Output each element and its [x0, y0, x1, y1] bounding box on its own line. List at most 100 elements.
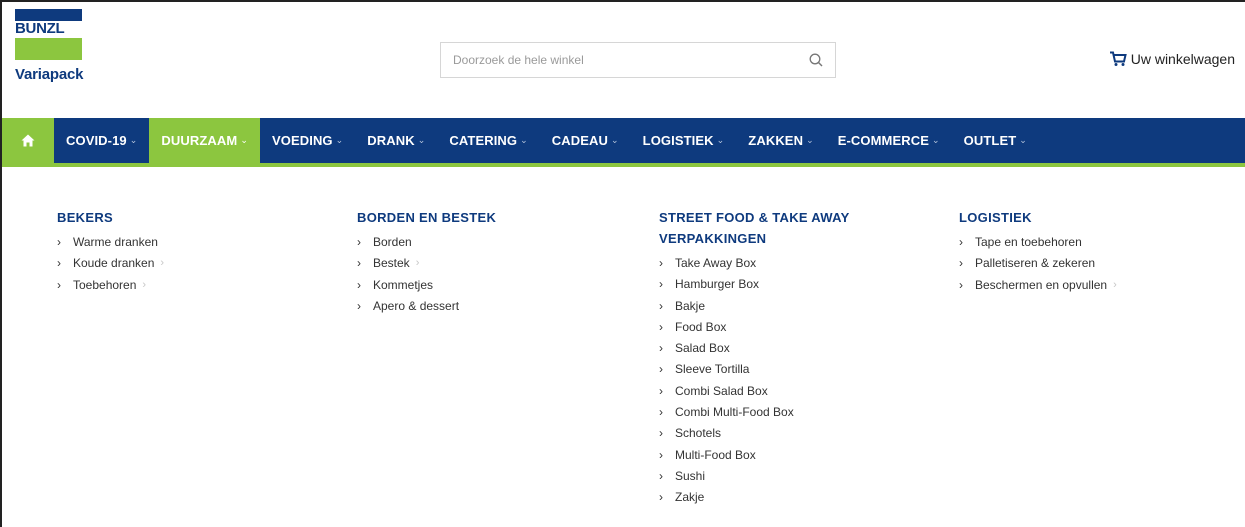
menu-item[interactable]: › Bakje — [659, 296, 850, 317]
chevron-right-icon: › — [357, 256, 361, 271]
menu-item-label: Take Away Box — [675, 256, 757, 270]
menu-item-label: Bakje — [675, 298, 706, 313]
menu-column-title[interactable]: BEKERS — [57, 207, 164, 228]
menu-item-label: Salad Box — [675, 341, 730, 356]
nav-item-zakken[interactable]: ZAKKEN ⌄ — [736, 118, 825, 163]
chevron-right-icon: › — [659, 319, 663, 334]
logo-green-bar — [15, 38, 82, 60]
menu-item-label: Multi-Food Box — [675, 447, 756, 462]
chevron-right-icon: › — [659, 341, 663, 356]
chevron-right-icon: › — [659, 383, 663, 398]
menu-item[interactable]: › Food Box — [659, 317, 850, 338]
nav-item-outlet[interactable]: OUTLET ⌄ — [952, 118, 1039, 163]
menu-item-label: Tape en toebehoren — [975, 235, 1082, 249]
chevron-down-icon: ⌄ — [129, 135, 138, 145]
chevron-right-icon: › — [659, 468, 663, 483]
nav-label: OUTLET — [963, 133, 1017, 148]
chevron-right-icon: › — [57, 256, 61, 271]
menu-item[interactable]: › Toebehoren › — [57, 275, 164, 296]
menu-item-label: Koude dranken — [73, 256, 155, 271]
menu-column-title[interactable]: LOGISTIEK — [959, 207, 1117, 228]
menu-column-logistiek: LOGISTIEK › Tape en toebehoren › Palletise… — [959, 207, 1117, 296]
menu-item-label: Zakje — [675, 490, 705, 505]
bunzl-variapack-logo[interactable]: BUNZL Variapack — [15, 9, 83, 83]
menu-item[interactable]: › Schotels — [659, 423, 850, 444]
cart-link[interactable]: Uw winkelwagen — [1109, 51, 1235, 67]
menu-column-title[interactable]: STREET FOOD & TAKE AWAY VERPAKKINGEN — [659, 207, 850, 249]
chevron-right-icon: › — [659, 298, 663, 313]
menu-item[interactable]: › Beschermen en opvullen › — [959, 275, 1117, 296]
menu-item-label: Hamburger Box — [675, 277, 760, 292]
nav-label: VOEDING — [271, 133, 333, 148]
menu-item[interactable]: › Palletiseren & zekeren — [959, 253, 1117, 274]
menu-column-title-line1: STREET FOOD & TAKE AWAY — [659, 210, 850, 225]
nav-item-duurzaam[interactable]: DUURZAAM ⌄ — [149, 118, 260, 163]
menu-item[interactable]: › Combi Salad Box — [659, 381, 850, 402]
menu-item[interactable]: › Zakje — [659, 487, 850, 508]
menu-item[interactable]: › Multi-Food Box — [659, 445, 850, 466]
menu-item[interactable]: › Kommetjes — [357, 275, 496, 296]
menu-item[interactable]: › Hamburger Box — [659, 274, 850, 295]
chevron-right-icon: › — [659, 490, 663, 505]
menu-item[interactable]: › Warme dranken — [57, 232, 164, 253]
menu-item[interactable]: › Borden — [357, 232, 496, 253]
chevron-right-icon: › — [357, 277, 361, 292]
nav-item-cadeau[interactable]: CADEAU ⌄ — [540, 118, 631, 163]
menu-item[interactable]: › Take Away Box — [659, 253, 850, 274]
menu-item[interactable]: › Salad Box — [659, 338, 850, 359]
chevron-right-icon: › — [959, 256, 963, 271]
chevron-down-icon: ⌄ — [806, 135, 814, 145]
nav-item-voeding[interactable]: VOEDING ⌄ — [260, 118, 355, 163]
chevron-right-icon: › — [659, 362, 663, 377]
menu-item[interactable]: › Bestek › — [357, 253, 496, 274]
menu-item-label: Combi Multi-Food Box — [675, 405, 794, 420]
menu-item-label: Food Box — [675, 319, 727, 334]
nav-label: CADEAU — [551, 133, 609, 148]
chevron-down-icon: ⌄ — [335, 135, 344, 145]
logo-brand-text: BUNZL — [15, 21, 82, 36]
nav-label: CATERING — [449, 133, 518, 148]
menu-item-label: Kommetjes — [373, 277, 434, 292]
chevron-down-icon: ⌄ — [716, 135, 725, 145]
submenu-chevron-icon: › — [142, 278, 147, 291]
nav-item-catering[interactable]: CATERING ⌄ — [437, 118, 539, 163]
menu-item[interactable]: › Tape en toebehoren — [959, 232, 1117, 253]
submenu-chevron-icon: › — [1113, 278, 1117, 291]
chevron-down-icon: ⌄ — [932, 135, 940, 145]
menu-item-label: Palletiseren & zekeren — [975, 256, 1096, 271]
submenu-chevron-icon: › — [415, 257, 420, 270]
chevron-right-icon: › — [57, 277, 61, 292]
mega-menu-duurzaam: BEKERS › Warme dranken › Koude dranken › › T… — [2, 167, 1245, 527]
menu-item-label: Sushi — [675, 468, 706, 483]
chevron-right-icon: › — [659, 277, 663, 292]
menu-item[interactable]: › Koude dranken › — [57, 253, 164, 274]
menu-item[interactable]: › Sleeve Tortilla — [659, 359, 850, 380]
menu-item-label: Borden — [373, 235, 412, 249]
nav-label: COVID-19 — [66, 133, 127, 148]
chevron-down-icon: ⌄ — [417, 135, 426, 145]
home-icon — [21, 134, 35, 147]
nav-item-drank[interactable]: DRANK ⌄ — [355, 118, 437, 163]
nav-label: DRANK — [367, 133, 415, 148]
search-input[interactable] — [441, 43, 791, 77]
menu-item[interactable]: › Combi Multi-Food Box — [659, 402, 850, 423]
chevron-right-icon: › — [659, 405, 663, 420]
menu-item-label: Beschermen en opvullen — [975, 277, 1108, 292]
menu-column-title[interactable]: BORDEN EN BESTEK — [357, 207, 496, 228]
menu-item-label: Sleeve Tortilla — [675, 362, 750, 377]
chevron-down-icon: ⌄ — [240, 135, 248, 145]
search-icon[interactable] — [809, 53, 823, 67]
nav-label: E-COMMERCE — [837, 133, 929, 148]
chevron-down-icon: ⌄ — [611, 135, 619, 145]
nav-item-e-commerce[interactable]: E-COMMERCE ⌄ — [826, 118, 952, 163]
menu-item[interactable]: › Sushi — [659, 466, 850, 487]
nav-label: DUURZAAM — [161, 133, 238, 148]
search-box — [440, 42, 836, 78]
menu-item-label: Bestek — [373, 256, 410, 271]
menu-item[interactable]: › Apero & dessert — [357, 296, 496, 317]
chevron-right-icon: › — [659, 426, 663, 441]
nav-home-button[interactable] — [2, 118, 54, 163]
nav-item-logistiek[interactable]: LOGISTIEK ⌄ — [631, 118, 737, 163]
menu-item-label: Toebehoren — [73, 277, 137, 292]
nav-item-covid-19[interactable]: COVID-19 ⌄ — [54, 118, 149, 163]
